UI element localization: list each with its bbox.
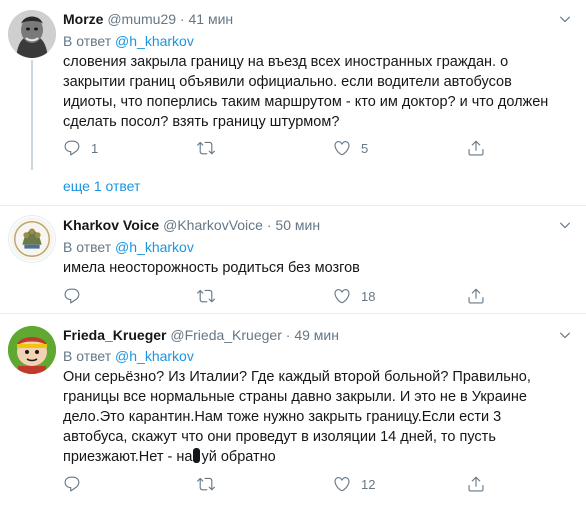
- like-button[interactable]: 5: [333, 138, 368, 158]
- show-more-replies-link[interactable]: еще 1 ответ: [63, 178, 140, 194]
- share-button[interactable]: [467, 138, 485, 158]
- reply-icon: [63, 475, 81, 493]
- share-icon: [467, 475, 485, 493]
- reply-mention-link[interactable]: @h_kharkov: [115, 348, 194, 364]
- tweet-header: Frieda_Krueger @Frieda_Krueger · 49 мин: [63, 326, 339, 344]
- avatar[interactable]: [8, 326, 56, 374]
- avatar-emblem-icon: [9, 216, 55, 262]
- like-count: 12: [361, 476, 376, 492]
- reply-button[interactable]: [63, 286, 91, 306]
- heart-icon: [333, 139, 351, 157]
- reply-prefix: В ответ: [63, 33, 112, 49]
- reply-context: В ответ @h_kharkov: [63, 238, 194, 256]
- reply-context: В ответ @h_kharkov: [63, 32, 194, 50]
- reply-prefix: В ответ: [63, 239, 112, 255]
- reply-button[interactable]: 1: [63, 138, 98, 158]
- reply-button[interactable]: [63, 474, 91, 494]
- retweet-button[interactable]: [197, 138, 225, 158]
- like-button[interactable]: 12: [333, 474, 375, 494]
- separator: ·: [285, 327, 291, 343]
- tweet-text: Они серьёзно? Из Италии? Где каждый втор…: [63, 367, 563, 467]
- heart-icon: [333, 287, 351, 305]
- reply-count: 1: [91, 140, 99, 156]
- retweet-icon: [197, 287, 215, 305]
- reply-prefix: В ответ: [63, 348, 112, 364]
- tweet-frieda-krueger[interactable]: Frieda_Krueger @Frieda_Krueger · 49 мин …: [0, 314, 586, 507]
- tweet-text-part: Они серьёзно? Из Италии? Где каждый втор…: [63, 369, 531, 465]
- chevron-down-icon[interactable]: [558, 328, 572, 342]
- tweet-header: Kharkov Voice @KharkovVoice · 50 мин: [63, 216, 320, 234]
- separator: ·: [179, 11, 185, 27]
- tweet-kharkov-voice[interactable]: Kharkov Voice @KharkovVoice · 50 мин В о…: [0, 206, 586, 312]
- handle[interactable]: @mumu29: [107, 11, 176, 27]
- separator: ·: [266, 217, 272, 233]
- tweet-actions: 12: [63, 474, 523, 494]
- reply-icon: [63, 139, 81, 157]
- handle[interactable]: @Frieda_Krueger: [170, 327, 282, 343]
- display-name[interactable]: Morze: [63, 11, 103, 27]
- like-button[interactable]: 18: [333, 286, 375, 306]
- tweet-text-part: уй обратно: [201, 449, 276, 465]
- display-name[interactable]: Frieda_Krueger: [63, 327, 166, 343]
- handle[interactable]: @KharkovVoice: [163, 217, 263, 233]
- chevron-down-icon[interactable]: [558, 218, 572, 232]
- share-icon: [467, 139, 485, 157]
- avatar-portrait-icon: [8, 10, 56, 58]
- retweet-button[interactable]: [197, 286, 225, 306]
- reply-mention-link[interactable]: @h_kharkov: [115, 239, 194, 255]
- like-count: 5: [361, 140, 369, 156]
- timestamp[interactable]: 50 мин: [275, 217, 320, 233]
- tweet-text: имела неосторожность родиться без мозгов: [63, 260, 360, 276]
- avatar[interactable]: [8, 215, 56, 263]
- timestamp[interactable]: 49 мин: [294, 327, 339, 343]
- avatar-cartoon-icon: [8, 326, 56, 374]
- share-button[interactable]: [467, 286, 485, 306]
- chevron-down-icon[interactable]: [558, 12, 572, 26]
- retweet-button[interactable]: [197, 474, 225, 494]
- timestamp[interactable]: 41 мин: [188, 11, 233, 27]
- heart-icon: [333, 475, 351, 493]
- tweet-header: Morze @mumu29 · 41 мин: [63, 10, 233, 28]
- tweet-actions: 18: [63, 286, 523, 306]
- like-count: 18: [361, 288, 376, 304]
- tweet-morze[interactable]: Morze @mumu29 · 41 мин В ответ @h_kharko…: [0, 0, 586, 175]
- retweet-icon: [197, 475, 215, 493]
- tweet-text: словения закрыла границу на въезд всех и…: [63, 54, 549, 130]
- thread-line: [31, 60, 33, 170]
- retweet-icon: [197, 139, 215, 157]
- reply-context: В ответ @h_kharkov: [63, 347, 194, 365]
- reply-mention-link[interactable]: @h_kharkov: [115, 33, 194, 49]
- share-button[interactable]: [467, 474, 485, 494]
- share-icon: [467, 287, 485, 305]
- display-name[interactable]: Kharkov Voice: [63, 217, 159, 233]
- tweet-actions: 1 5: [63, 138, 523, 158]
- avatar[interactable]: [8, 10, 56, 58]
- censor-mark: [193, 448, 201, 463]
- reply-icon: [63, 287, 81, 305]
